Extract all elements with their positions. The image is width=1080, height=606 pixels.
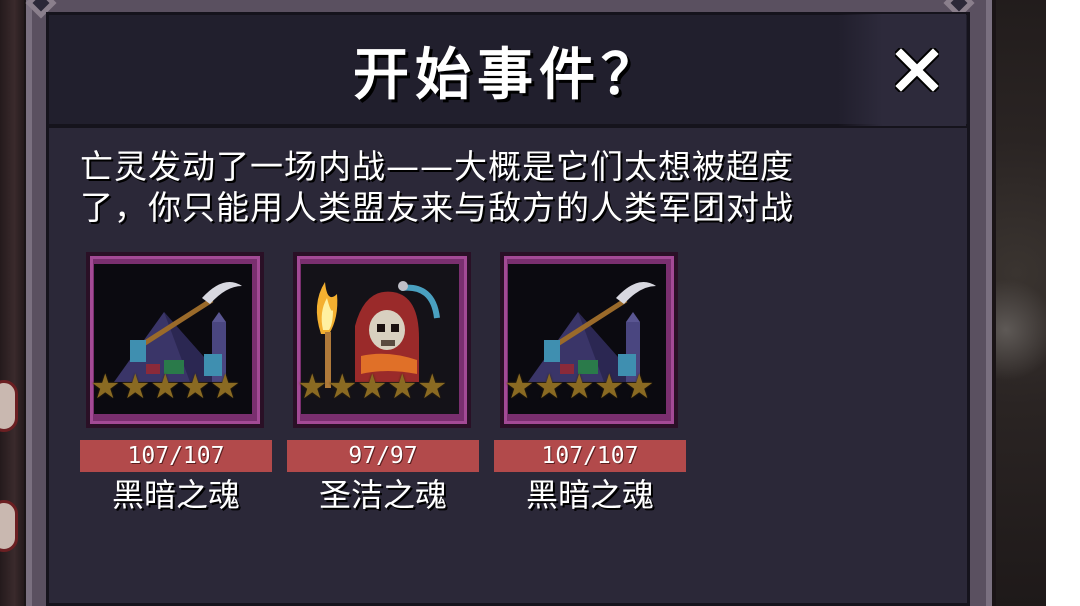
star-icon: ★: [504, 367, 535, 407]
left-decoration: [0, 380, 18, 432]
star-icon: ★: [297, 367, 328, 407]
card-name: 黑暗之魂: [111, 476, 240, 514]
star-icon: ★: [624, 367, 655, 407]
star-rating: ★ ★ ★ ★ ★: [297, 367, 448, 416]
event-description: 亡灵发动了一场内战——大概是它们太想被超度 了，你只能用人类盟友来与敌方的人类军…: [80, 146, 940, 228]
star-icon: ★: [210, 367, 241, 407]
description-line: 了，你只能用人类盟友来与敌方的人类军团对战: [80, 188, 794, 227]
star-rating: ★ ★ ★ ★ ★: [90, 367, 241, 416]
card-name: 圣洁之魂: [318, 476, 447, 514]
left-decoration: [0, 500, 18, 552]
star-icon: ★: [417, 367, 448, 407]
star-icon: ★: [180, 367, 211, 407]
card-name: 黑暗之魂: [525, 476, 654, 514]
star-icon: ★: [120, 367, 151, 407]
left-background-strip: [0, 0, 24, 606]
star-icon: ★: [387, 367, 418, 407]
dialog-title: 开始事件？: [353, 43, 663, 108]
star-icon: ★: [564, 367, 595, 407]
close-icon: [895, 48, 939, 92]
hp-bar: 107/107: [80, 440, 272, 472]
star-rating: ★ ★ ★ ★ ★: [504, 367, 655, 416]
hp-bar: 107/107: [494, 440, 686, 472]
right-background-glow: [996, 270, 1046, 390]
star-icon: ★: [594, 367, 625, 407]
description-line: 亡灵发动了一场内战——大概是它们太想被超度: [80, 147, 794, 186]
hp-bar: 97/97: [287, 440, 479, 472]
star-icon: ★: [357, 367, 388, 407]
star-icon: ★: [90, 367, 121, 407]
star-icon: ★: [150, 367, 181, 407]
star-icon: ★: [327, 367, 358, 407]
star-icon: ★: [534, 367, 565, 407]
close-button[interactable]: [838, 14, 966, 126]
